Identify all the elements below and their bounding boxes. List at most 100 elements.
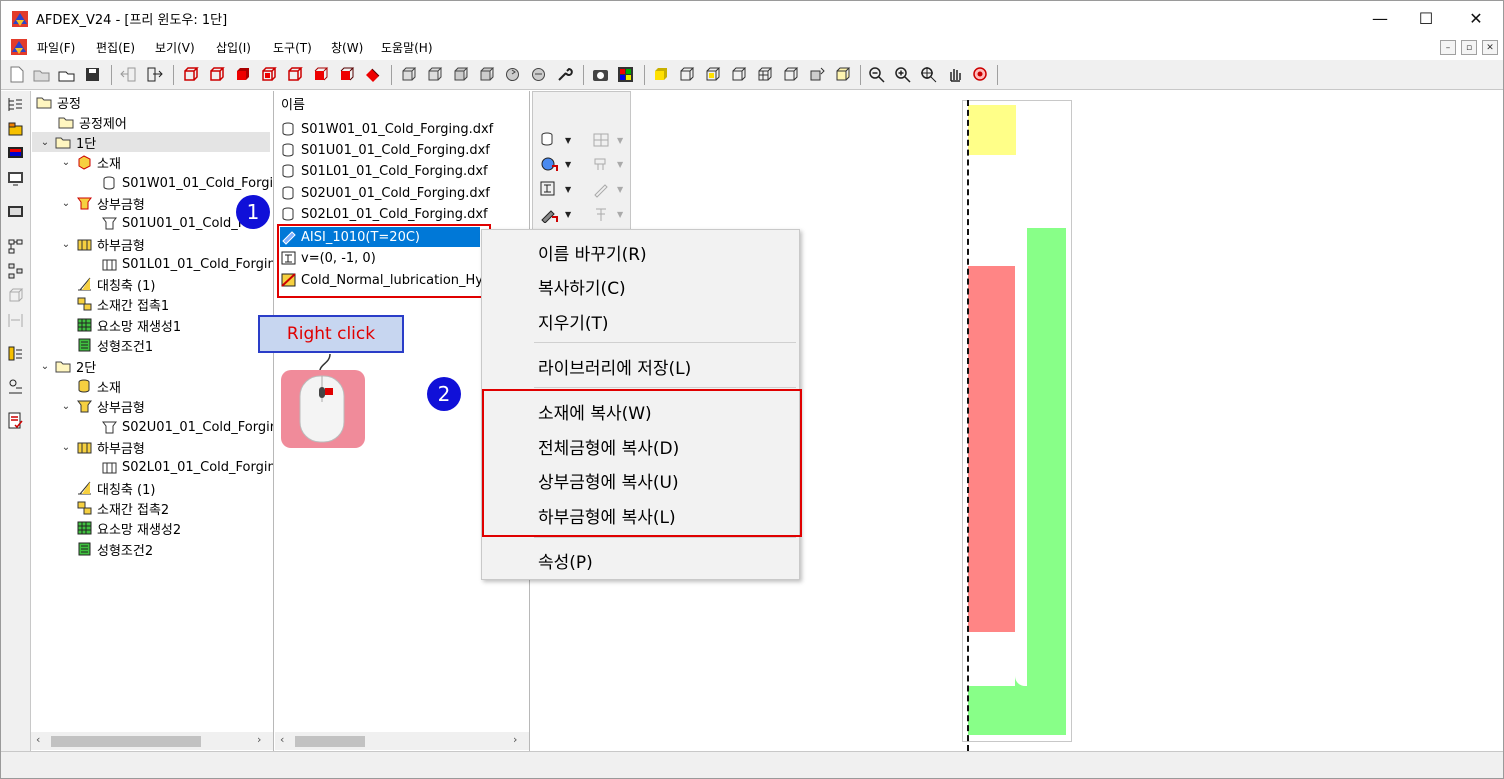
menu-insert[interactable]: 삽입(I) bbox=[216, 39, 251, 56]
tree-item-lower-die-file[interactable]: S01L01_01_Cold_Forgin bbox=[101, 254, 273, 274]
upper-die-shape[interactable] bbox=[968, 266, 1016, 632]
checklist-icon[interactable] bbox=[6, 411, 25, 430]
cube-red-icon[interactable] bbox=[337, 65, 356, 84]
scroll-thumb[interactable] bbox=[295, 736, 365, 747]
tree-horizontal-scrollbar[interactable]: ‹ › bbox=[31, 732, 273, 750]
chevron-down-icon[interactable]: ⌄ bbox=[60, 157, 72, 168]
velocity-icon[interactable] bbox=[539, 180, 559, 198]
cube-outline-icon[interactable] bbox=[755, 65, 774, 84]
cube-disabled-icon[interactable] bbox=[6, 286, 25, 305]
tree-item-material[interactable]: ⌄ 소재 bbox=[60, 152, 121, 172]
tree-item-symmetry-axis2[interactable]: 대칭축 (1) bbox=[76, 478, 155, 498]
tree-item-material2[interactable]: 소재 bbox=[76, 376, 121, 396]
rotate-icon[interactable] bbox=[529, 65, 548, 84]
chevron-down-icon[interactable]: ⌄ bbox=[60, 442, 72, 453]
menu-file[interactable]: 파일(F) bbox=[37, 39, 75, 56]
globe-icon[interactable] bbox=[539, 155, 559, 173]
chevron-down-icon[interactable]: ⌄ bbox=[60, 401, 72, 412]
contact-icon[interactable] bbox=[6, 377, 25, 396]
lower-die-shape[interactable] bbox=[968, 686, 1016, 735]
mdi-minimize-button[interactable]: – bbox=[1440, 40, 1456, 55]
process-flow-icon[interactable] bbox=[6, 237, 25, 256]
tree-item-stage1[interactable]: ⌄ 1단 bbox=[32, 132, 270, 152]
swap-icon[interactable] bbox=[807, 65, 826, 84]
menu-tools[interactable]: 도구(T) bbox=[273, 39, 312, 56]
menu-item-copy[interactable]: 복사하기(C) bbox=[538, 274, 626, 299]
close-button[interactable]: ✕ bbox=[1453, 2, 1499, 34]
cube-red-icon[interactable] bbox=[181, 65, 200, 84]
menu-window[interactable]: 창(W) bbox=[331, 39, 363, 56]
menu-item-delete[interactable]: 지우기(T) bbox=[538, 309, 609, 334]
chart-icon[interactable] bbox=[6, 344, 25, 363]
list-item[interactable]: S01L01_01_Cold_Forging.dxf bbox=[280, 161, 488, 181]
cube-gray-icon[interactable] bbox=[477, 65, 496, 84]
cube-outline-icon[interactable] bbox=[703, 65, 722, 84]
cube-red-solid-icon[interactable] bbox=[311, 65, 330, 84]
screen-icon[interactable] bbox=[6, 203, 25, 222]
open-file-icon[interactable] bbox=[57, 65, 76, 84]
tree-item-upper-die[interactable]: ⌄ 상부금형 bbox=[60, 193, 145, 213]
tree-item-lower-die[interactable]: ⌄ 하부금형 bbox=[60, 234, 145, 254]
pen-disabled-icon[interactable] bbox=[591, 180, 611, 198]
chevron-down-icon[interactable]: ⌄ bbox=[39, 137, 51, 148]
list-item[interactable]: S02L01_01_Cold_Forging.dxf bbox=[280, 204, 488, 224]
zoom-in-icon[interactable] bbox=[893, 65, 912, 84]
tree-item-material-file[interactable]: S01W01_01_Cold_Forgi bbox=[101, 173, 273, 193]
menu-edit[interactable]: 편집(E) bbox=[96, 39, 135, 56]
tree-view-icon[interactable] bbox=[6, 95, 25, 114]
dropdown-arrow-icon[interactable]: ▼ bbox=[565, 210, 571, 219]
robot-disabled-icon[interactable] bbox=[591, 155, 611, 173]
scroll-left-icon[interactable]: ‹ bbox=[280, 733, 284, 746]
scroll-right-icon[interactable]: › bbox=[513, 733, 517, 746]
scroll-thumb[interactable] bbox=[51, 736, 201, 747]
minimize-button[interactable]: — bbox=[1357, 2, 1403, 34]
tree-item-forming-condition1[interactable]: 성형조건1 bbox=[76, 335, 153, 355]
chevron-down-icon[interactable]: ⌄ bbox=[60, 198, 72, 209]
measure-disabled-icon[interactable] bbox=[6, 311, 25, 330]
cube-yellow-icon[interactable] bbox=[651, 65, 670, 84]
tree-item-process-control[interactable]: 공정제어 bbox=[58, 112, 127, 132]
tree-item-symmetry-axis[interactable]: 대칭축 (1) bbox=[76, 274, 155, 294]
material-icon[interactable] bbox=[6, 120, 25, 139]
tree-item-contact1[interactable]: 소재간 접촉1 bbox=[76, 294, 169, 314]
save-icon[interactable] bbox=[83, 65, 102, 84]
menu-item-rename[interactable]: 이름 바꾸기(R) bbox=[538, 240, 647, 265]
scroll-right-icon[interactable]: › bbox=[257, 733, 261, 746]
list-item[interactable]: S01U01_01_Cold_Forging.dxf bbox=[280, 140, 490, 160]
dropdown-arrow-icon[interactable]: ▼ bbox=[565, 136, 571, 145]
export-icon[interactable] bbox=[145, 65, 164, 84]
camera-icon[interactable] bbox=[591, 65, 610, 84]
pen-icon[interactable] bbox=[539, 205, 559, 223]
dropdown-arrow-icon[interactable]: ▼ bbox=[565, 160, 571, 169]
chevron-down-icon[interactable]: ⌄ bbox=[39, 361, 51, 372]
zoom-fit-icon[interactable] bbox=[919, 65, 938, 84]
grid-disabled-icon[interactable] bbox=[591, 131, 611, 149]
tree-item-remesh1[interactable]: 요소망 재생성1 bbox=[76, 315, 181, 335]
menu-item-save-library[interactable]: 라이브러리에 저장(L) bbox=[538, 354, 691, 379]
cube-gray-icon[interactable] bbox=[399, 65, 418, 84]
menu-view[interactable]: 보기(V) bbox=[155, 39, 195, 56]
list-item[interactable]: S01W01_01_Cold_Forging.dxf bbox=[280, 119, 493, 139]
open-folder-icon[interactable] bbox=[32, 65, 51, 84]
chevron-down-icon[interactable]: ⌄ bbox=[60, 239, 72, 250]
dropdown-arrow-icon[interactable]: ▼ bbox=[617, 136, 623, 145]
material-cylinder-icon[interactable] bbox=[539, 131, 559, 149]
dropdown-arrow-icon[interactable]: ▼ bbox=[617, 185, 623, 194]
menu-help[interactable]: 도움말(H) bbox=[381, 39, 433, 56]
zoom-out-icon[interactable] bbox=[867, 65, 886, 84]
maximize-button[interactable]: ☐ bbox=[1403, 2, 1449, 34]
cube-outline-icon[interactable] bbox=[781, 65, 800, 84]
cube-yellow-icon[interactable] bbox=[833, 65, 852, 84]
pan-hand-icon[interactable] bbox=[945, 65, 964, 84]
list-item[interactable]: S02U01_01_Cold_Forging.dxf bbox=[280, 183, 490, 203]
process-flow-icon[interactable] bbox=[6, 261, 25, 280]
cube-red-solid-icon[interactable] bbox=[363, 65, 382, 84]
cube-outline-icon[interactable] bbox=[677, 65, 696, 84]
cube-red-icon[interactable] bbox=[207, 65, 226, 84]
list-horizontal-scrollbar[interactable]: ‹ › bbox=[275, 732, 529, 750]
tree-item-upper-die-file[interactable]: S01U01_01_Cold_F bbox=[101, 213, 245, 233]
monitor-icon[interactable] bbox=[6, 144, 25, 163]
tree-item-lower-die2-file[interactable]: S02L01_01_Cold_Forgin bbox=[101, 457, 273, 477]
tree-item-upper-die2-file[interactable]: S02U01_01_Cold_Forgir bbox=[101, 417, 273, 437]
cube-gray-icon[interactable] bbox=[451, 65, 470, 84]
